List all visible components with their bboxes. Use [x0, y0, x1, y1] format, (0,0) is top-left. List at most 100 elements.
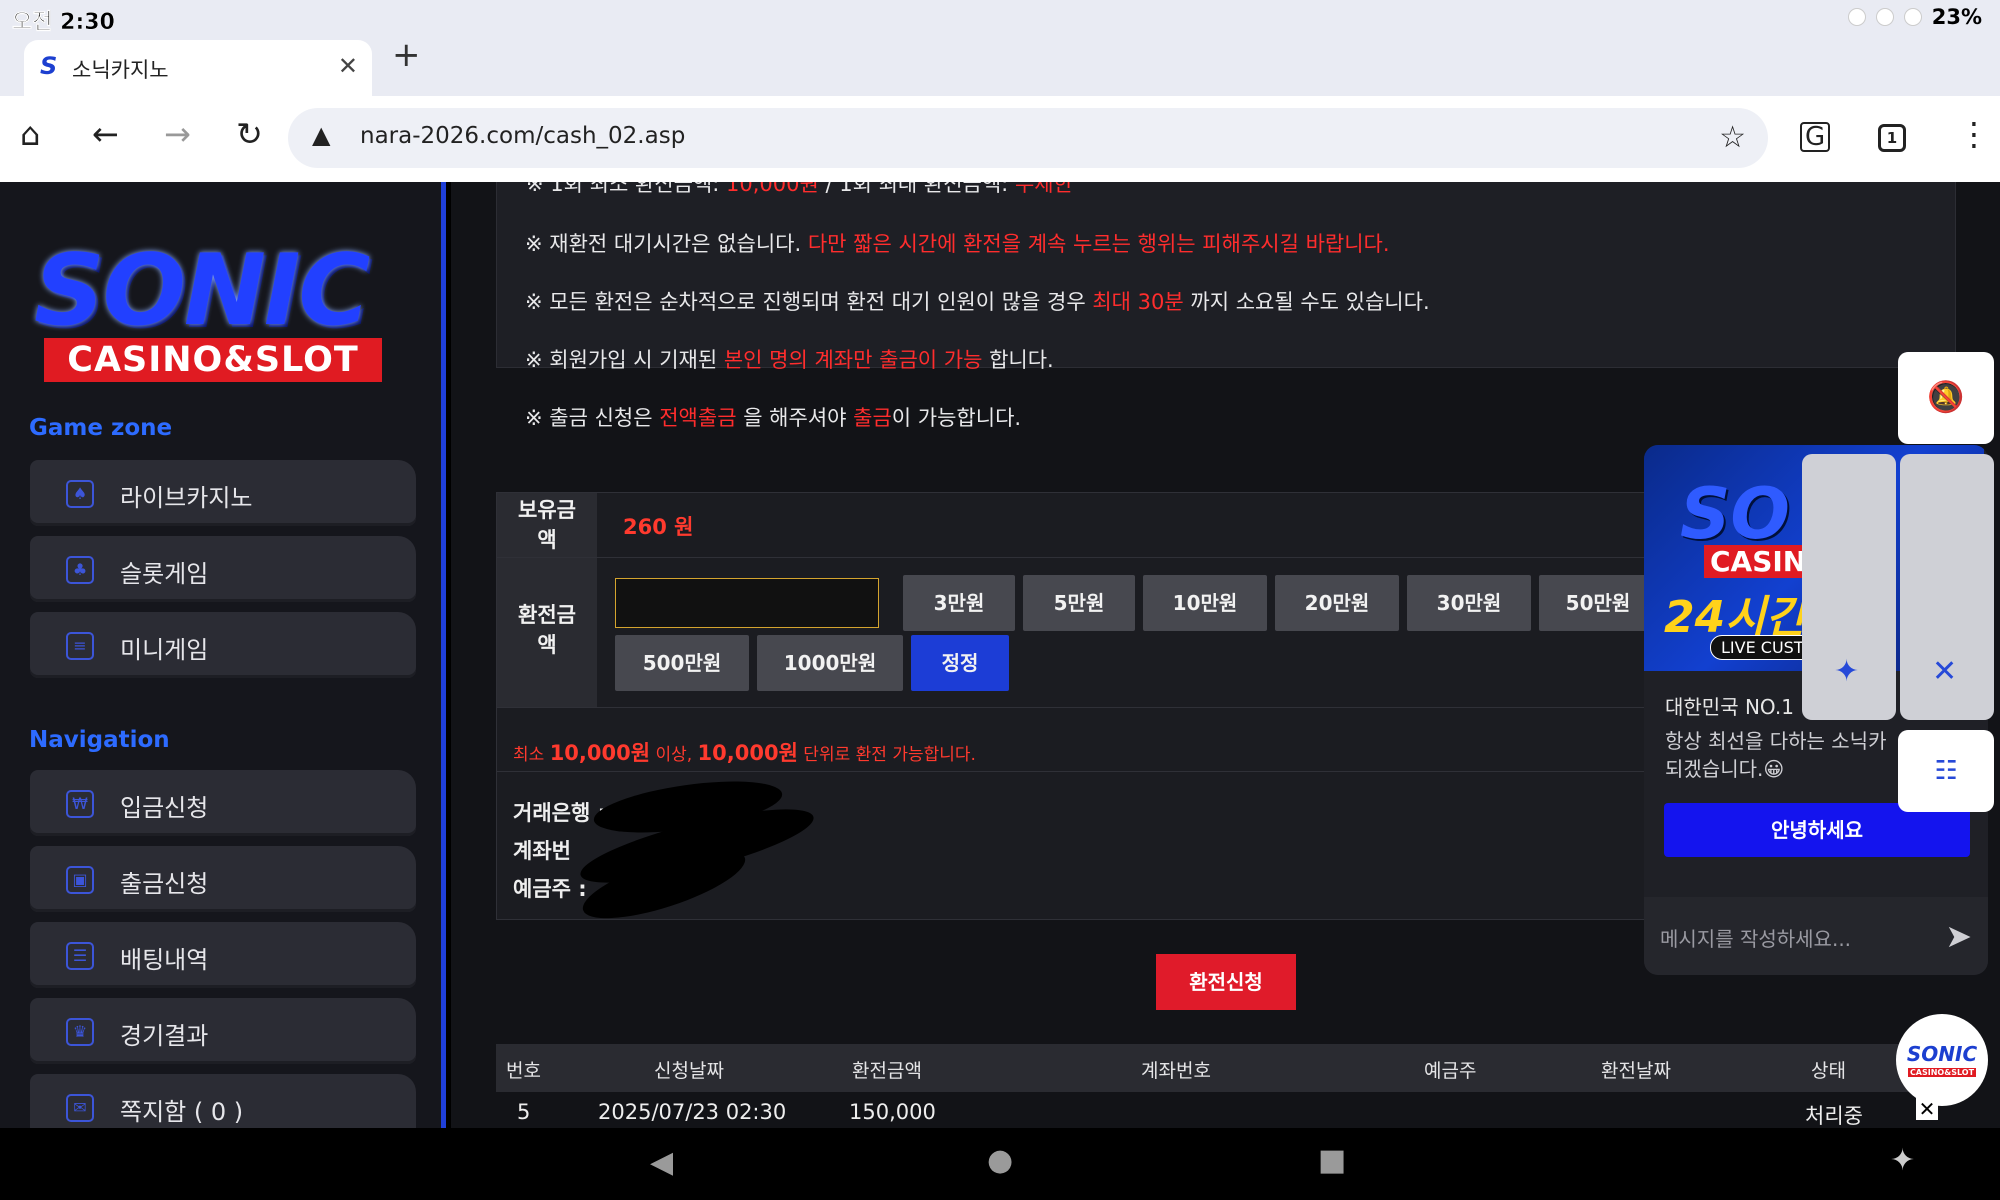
chip-200k-button[interactable]: 20만원	[1275, 575, 1399, 631]
accessibility-nav-icon[interactable]: ✦	[1890, 1146, 1915, 1176]
sidebar-item-deposit[interactable]: ₩ 입금신청	[30, 770, 416, 836]
chat-message-bar[interactable]: 메시지를 작성하세요... ➤	[1644, 897, 1988, 975]
chip-30k-button[interactable]: 3만원	[903, 575, 1015, 631]
bookmark-star-icon[interactable]: ☆	[1719, 120, 1746, 155]
notice-full-withdraw: ※ 출금 신청은 전액출금 을 해주셔야 출금이 가능합니다.	[525, 402, 1021, 432]
battery-level: 23%	[1931, 5, 1982, 29]
sidebar-item-messages[interactable]: ✉ 쪽지함 ( 0 )	[30, 1074, 416, 1128]
status-right: 23%	[1847, 5, 1982, 29]
notice-highlight: 10,000원	[725, 182, 819, 196]
notification-off-icon[interactable]: 🔕	[1898, 352, 1994, 444]
row-amount: 150,000	[849, 1100, 936, 1124]
amount-input[interactable]	[615, 578, 879, 628]
col-header: 신청날짜	[654, 1060, 724, 1082]
back-nav-icon[interactable]: ◀	[650, 1148, 673, 1178]
row-no: 5	[517, 1100, 531, 1124]
sidebar-item-label: 경기결과	[120, 1022, 209, 1050]
settings-sliders-icon[interactable]: ☷	[1898, 730, 1994, 812]
history-table-header: 번호 신청날짜 환전금액 계좌번호 예금주 환전날짜 상태	[496, 1044, 1956, 1092]
note-text: 최소	[513, 745, 550, 765]
notice-rewithdraw: ※ 재환전 대기시간은 없습니다. 다만 짧은 시간에 환전을 계속 누르는 행…	[525, 228, 1390, 258]
balance-value: 260 원	[623, 515, 694, 539]
chat-greeting-line: 되겠습니다.😀	[1665, 757, 1785, 781]
game-zone-title: Game zone	[29, 415, 173, 441]
translate-icon[interactable]: G	[1800, 122, 1831, 152]
chip-5m-button[interactable]: 500만원	[615, 635, 749, 691]
address-bar[interactable]: ▲ nara-2026.com/cash_02.asp ☆	[288, 108, 1768, 168]
wifi-icon	[1875, 8, 1894, 26]
chip-300k-button[interactable]: 30만원	[1407, 575, 1531, 631]
correct-button[interactable]: 정정	[911, 635, 1009, 691]
row-date: 2025/07/23 02:30	[598, 1100, 787, 1124]
withdraw-form: 보유금 액 260 원 환전금 액 3만원 5만원 10만원 20만원 30만원…	[496, 492, 1657, 933]
send-icon[interactable]: ➤	[1945, 917, 1972, 955]
logo-sub: CASINO&SLOT	[44, 338, 382, 382]
col-header: 예금주	[1424, 1060, 1477, 1082]
home-nav-icon[interactable]: ●	[987, 1146, 1013, 1176]
chat-greeting-line: 항상 최선을 다하는 소닉카	[1665, 729, 1887, 753]
sidebar-item-label: 슬롯게임	[120, 560, 209, 588]
browser-tab[interactable]: S 소닉카지노 ✕	[24, 40, 372, 96]
tab-favicon-icon: S	[40, 52, 58, 80]
cursor-off-icon[interactable]: ✕	[1932, 654, 1957, 689]
sidebar-item-bet-history[interactable]: ☰ 배팅내역	[30, 922, 416, 988]
banner-logo: SO	[1680, 473, 1790, 555]
sidebar-item-withdraw[interactable]: ▣ 출금신청	[30, 846, 416, 912]
chip-500k-button[interactable]: 50만원	[1539, 575, 1657, 631]
notice-text: ※ 재환전 대기시간은 없습니다.	[525, 232, 808, 256]
row-status: 처리중	[1805, 1104, 1863, 1128]
not-secure-icon[interactable]: ▲	[312, 121, 330, 149]
divider	[497, 557, 1657, 558]
tab-switcher-button[interactable]: 1	[1878, 124, 1906, 152]
cards-icon: ♠	[66, 480, 94, 508]
tab-close-icon[interactable]: ✕	[338, 52, 358, 80]
sidebar-item-label: 미니게임	[120, 636, 209, 664]
chat-launcher-button[interactable]: SONIC CASINO&SLOT	[1896, 1014, 1988, 1106]
screen: 오전 2:30 23% S 소닉카지노 ✕ + ⌂ ← → ↻ ▲ nara-2…	[0, 0, 2000, 1200]
back-icon[interactable]: ←	[92, 118, 119, 150]
history-icon: ☰	[66, 942, 94, 970]
chip-10m-button[interactable]: 1000만원	[757, 635, 903, 691]
sidebar-item-mini-game[interactable]: ≡ 미니게임	[30, 612, 416, 678]
reload-icon[interactable]: ↻	[236, 118, 263, 150]
url-text: nara-2026.com/cash_02.asp	[360, 123, 686, 149]
sidebar-item-slot[interactable]: ♣ 슬롯게임	[30, 536, 416, 602]
banner-live: LIVE CUST	[1710, 635, 1815, 660]
balance-label: 보유금 액	[497, 493, 597, 557]
close-icon[interactable]: ✕	[1916, 1098, 1938, 1120]
col-header: 계좌번호	[1141, 1060, 1211, 1082]
notice-highlight: 무제한	[1014, 182, 1073, 196]
notice-text: 까지 소요될 수도 있습니다.	[1183, 290, 1430, 314]
notice-sequential: ※ 모든 환전은 순차적으로 진행되며 환전 대기 인원이 많을 경우 최대 3…	[525, 286, 1430, 316]
sidebar: SONIC CASINO&SLOT Game zone ♠ 라이브카지노 ♣ 슬…	[0, 182, 446, 1128]
deposit-icon: ₩	[66, 790, 94, 818]
sidebar-item-label: 쪽지함 ( 0 )	[120, 1098, 244, 1126]
sidebar-item-live-casino[interactable]: ♠ 라이브카지노	[30, 460, 416, 526]
navigation-title: Navigation	[29, 727, 170, 753]
message-input[interactable]: 메시지를 작성하세요...	[1660, 923, 1851, 952]
forward-icon[interactable]: →	[164, 118, 191, 150]
launcher-logo: SONIC	[1906, 1042, 1978, 1066]
home-icon[interactable]: ⌂	[20, 118, 40, 150]
notice-text: ※ 출금 신청은	[525, 406, 660, 430]
col-header: 환전금액	[852, 1060, 922, 1082]
sonic-logo[interactable]: SONIC CASINO&SLOT	[28, 234, 418, 394]
sidebar-item-label: 배팅내역	[120, 946, 209, 974]
withdraw-submit-button[interactable]: 환전신청	[1156, 954, 1296, 1010]
logo-main: SONIC	[34, 234, 370, 348]
note-text: 이상,	[650, 745, 698, 765]
new-tab-icon[interactable]: +	[392, 38, 421, 72]
recents-nav-icon[interactable]: ■	[1318, 1146, 1346, 1176]
sidebar-item-results[interactable]: ♛ 경기결과	[30, 998, 416, 1064]
note-highlight: 10,000원	[549, 741, 651, 765]
status-time: 오전 2:30	[12, 10, 115, 35]
slot-icon: ♣	[66, 556, 94, 584]
note-highlight: 10,000원	[697, 741, 798, 765]
overflow-menu-icon[interactable]: ⋮	[1958, 118, 1990, 150]
label-line: 환전금	[518, 603, 576, 627]
notice-min-max: ※ 1회 최소 환전금액: 10,000원 / 1회 최대 환전금액: 무제한	[526, 182, 1073, 198]
notice-text: / 1회 최대 환전금액:	[818, 182, 1015, 196]
chip-50k-button[interactable]: 5만원	[1023, 575, 1135, 631]
chip-100k-button[interactable]: 10만원	[1143, 575, 1267, 631]
accessibility-icon[interactable]: ✦	[1834, 654, 1859, 689]
